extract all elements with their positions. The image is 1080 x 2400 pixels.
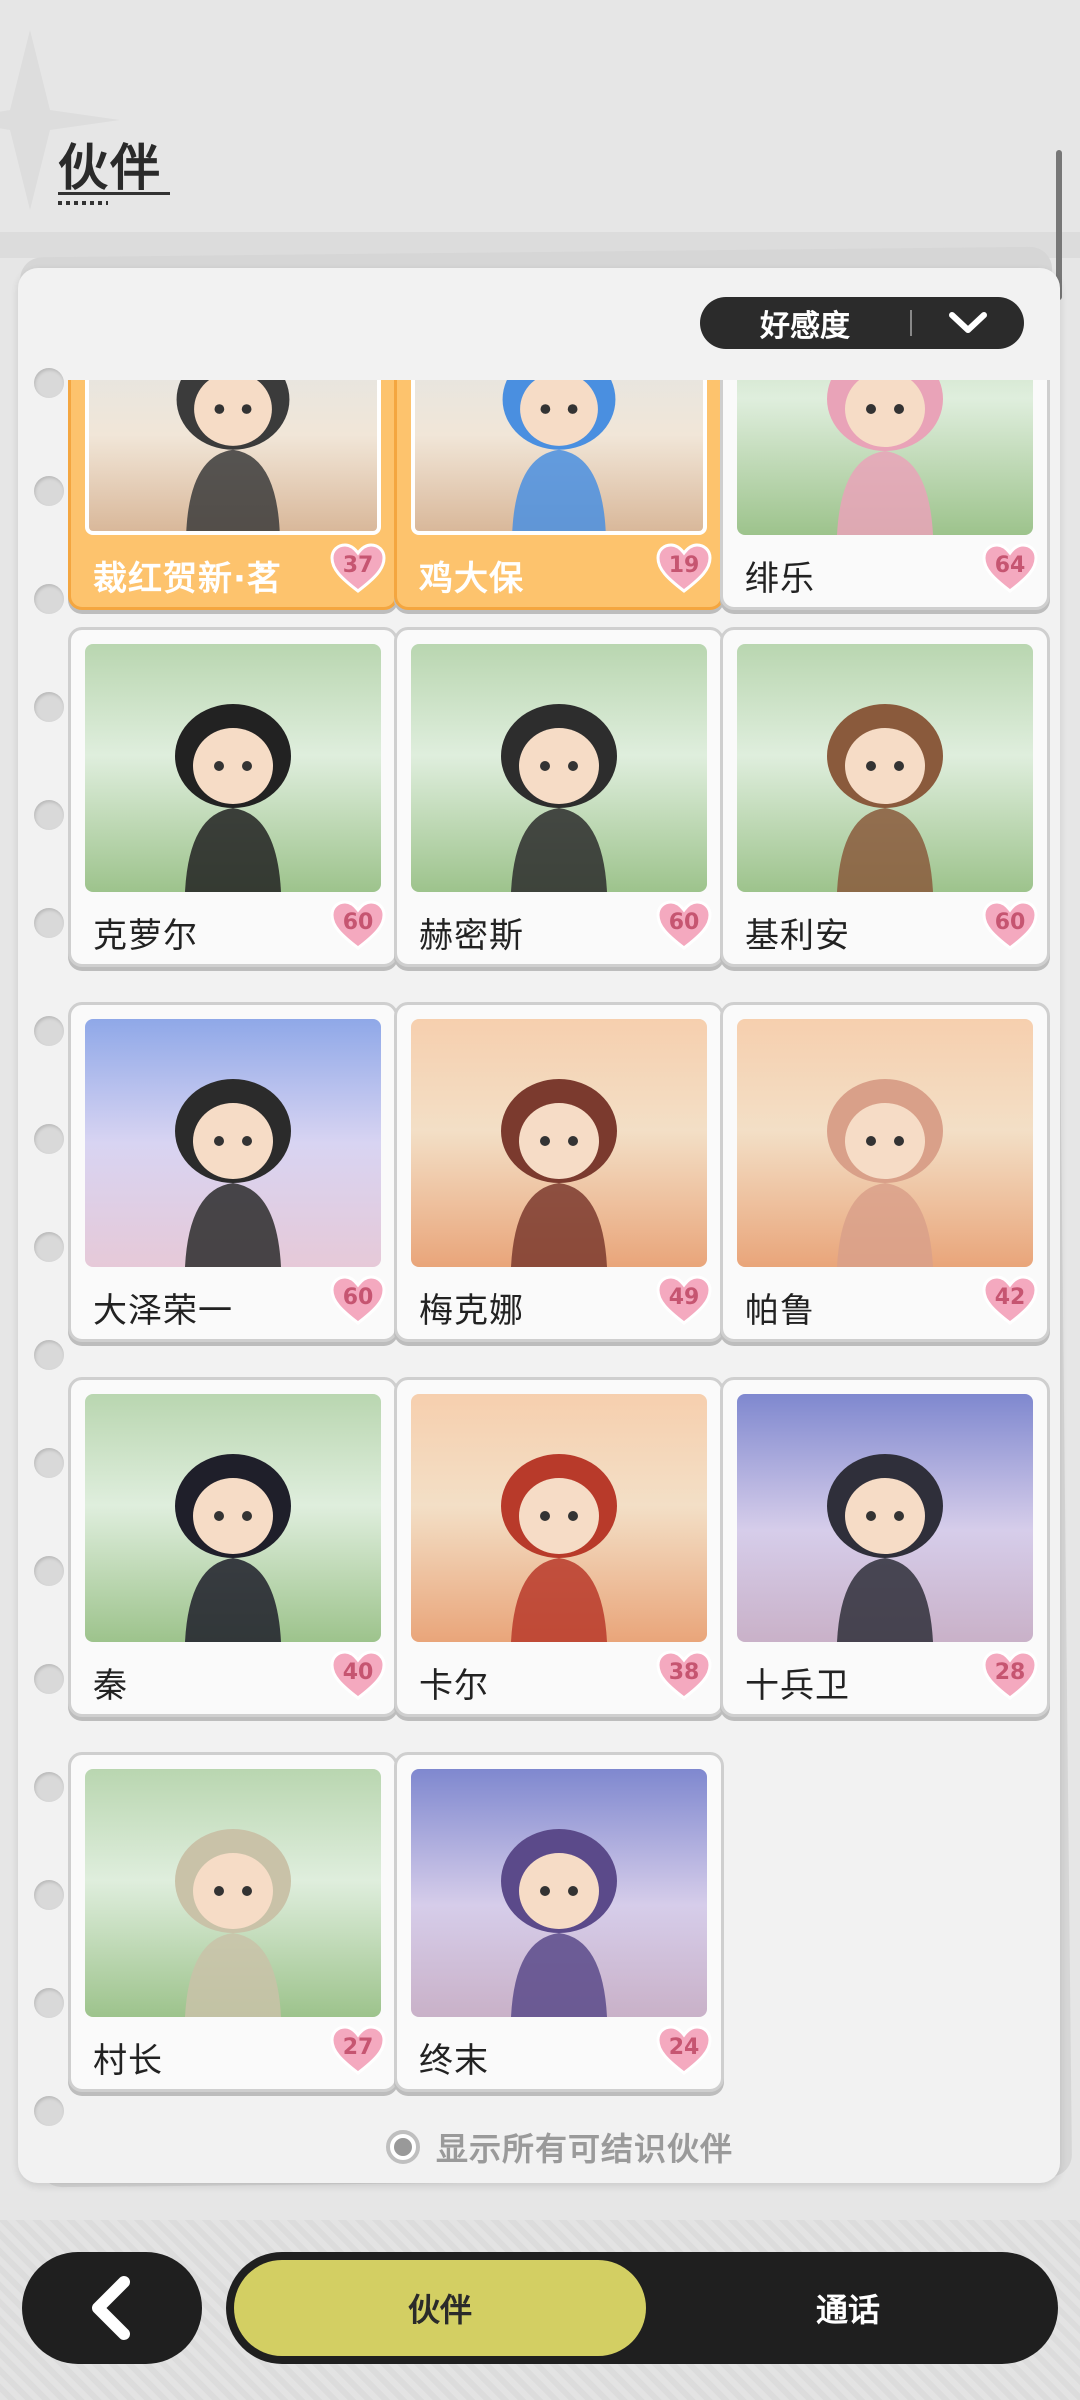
affection-value: 19 bbox=[668, 553, 700, 578]
partner-portrait bbox=[85, 1769, 381, 2017]
partner-name: 鸡大保 bbox=[419, 559, 524, 599]
partner-name: 裁红贺新·茗 bbox=[93, 559, 282, 599]
affection-value: 60 bbox=[994, 910, 1026, 935]
partner-name: 卡尔 bbox=[419, 1666, 489, 1706]
back-button[interactable] bbox=[22, 2252, 202, 2364]
affection-heart-icon: 38 bbox=[655, 1650, 713, 1702]
sort-dropdown[interactable]: 好感度 bbox=[700, 297, 1024, 349]
partner-portrait bbox=[737, 1019, 1033, 1267]
partner-card[interactable]: 秦 40 bbox=[68, 1377, 398, 1717]
radio-button[interactable] bbox=[386, 2130, 420, 2164]
show-all-label: 显示所有可结识伙伴 bbox=[436, 2130, 734, 2168]
partner-card[interactable]: 终末 24 bbox=[394, 1752, 724, 2092]
back-arrow-icon bbox=[92, 2276, 130, 2340]
tab-partner[interactable]: 伙伴 bbox=[234, 2260, 646, 2356]
affection-value: 37 bbox=[342, 553, 374, 578]
sort-label: 好感度 bbox=[760, 309, 850, 344]
partner-portrait bbox=[85, 380, 381, 535]
affection-heart-icon: 24 bbox=[655, 2025, 713, 2077]
partner-screen: 伙伴 好感度 裁红贺新·茗 37 鸡大保 19 绯乐 64 克萝尔 60 赫密斯 60 基利安 60 大… bbox=[0, 0, 1080, 2400]
partner-card[interactable]: 帕鲁 42 bbox=[720, 1002, 1050, 1342]
partner-portrait bbox=[411, 1769, 707, 2017]
partner-name: 赫密斯 bbox=[419, 916, 524, 956]
affection-value: 49 bbox=[668, 1285, 700, 1310]
partner-name: 大泽荣一 bbox=[93, 1291, 233, 1331]
partner-name: 秦 bbox=[93, 1666, 128, 1706]
partner-portrait bbox=[85, 1394, 381, 1642]
partner-card[interactable]: 卡尔 38 bbox=[394, 1377, 724, 1717]
partner-card[interactable]: 克萝尔 60 bbox=[68, 627, 398, 967]
affection-value: 60 bbox=[668, 910, 700, 935]
bottom-tab-bar: 伙伴 通话 bbox=[226, 2252, 1058, 2364]
affection-heart-icon: 37 bbox=[329, 543, 387, 595]
partner-name: 绯乐 bbox=[745, 559, 815, 599]
partner-name: 克萝尔 bbox=[93, 916, 198, 956]
affection-heart-icon: 60 bbox=[329, 900, 387, 952]
title-dots bbox=[58, 201, 108, 205]
partner-portrait bbox=[85, 1019, 381, 1267]
tab-call[interactable]: 通话 bbox=[646, 2260, 1050, 2356]
partner-portrait bbox=[737, 1394, 1033, 1642]
affection-value: 64 bbox=[994, 553, 1026, 578]
partner-name: 终末 bbox=[419, 2041, 489, 2081]
partner-portrait bbox=[411, 380, 707, 535]
affection-heart-icon: 60 bbox=[981, 900, 1039, 952]
partner-name: 帕鲁 bbox=[745, 1291, 815, 1331]
affection-heart-icon: 60 bbox=[329, 1275, 387, 1327]
partner-portrait bbox=[85, 644, 381, 892]
chevron-down-icon bbox=[912, 310, 1024, 336]
partner-card[interactable]: 裁红贺新·茗 37 bbox=[68, 380, 398, 610]
affection-heart-icon: 27 bbox=[329, 2025, 387, 2077]
page-title: 伙伴 bbox=[58, 139, 162, 197]
partner-card[interactable]: 梅克娜 49 bbox=[394, 1002, 724, 1342]
partner-name: 梅克娜 bbox=[419, 1291, 524, 1331]
affection-value: 40 bbox=[342, 1660, 374, 1685]
affection-value: 27 bbox=[342, 2035, 374, 2060]
affection-heart-icon: 28 bbox=[981, 1650, 1039, 1702]
affection-heart-icon: 64 bbox=[981, 543, 1039, 595]
affection-heart-icon: 60 bbox=[655, 900, 713, 952]
partner-portrait bbox=[411, 1019, 707, 1267]
affection-value: 42 bbox=[994, 1285, 1026, 1310]
affection-heart-icon: 19 bbox=[655, 543, 713, 595]
affection-heart-icon: 40 bbox=[329, 1650, 387, 1702]
affection-value: 60 bbox=[342, 1285, 374, 1310]
affection-heart-icon: 42 bbox=[981, 1275, 1039, 1327]
partner-card[interactable]: 绯乐 64 bbox=[720, 380, 1050, 610]
affection-value: 28 bbox=[994, 1660, 1026, 1685]
affection-value: 24 bbox=[668, 2035, 700, 2060]
partner-card[interactable]: 赫密斯 60 bbox=[394, 627, 724, 967]
partner-name: 十兵卫 bbox=[745, 1666, 850, 1706]
affection-value: 38 bbox=[668, 1660, 700, 1685]
partner-card[interactable]: 基利安 60 bbox=[720, 627, 1050, 967]
affection-heart-icon: 49 bbox=[655, 1275, 713, 1327]
affection-value: 60 bbox=[342, 910, 374, 935]
partner-card[interactable]: 鸡大保 19 bbox=[394, 380, 724, 610]
partner-portrait bbox=[737, 644, 1033, 892]
show-all-toggle[interactable]: 显示所有可结识伙伴 bbox=[386, 2124, 733, 2170]
partner-card[interactable]: 十兵卫 28 bbox=[720, 1377, 1050, 1717]
title-underline bbox=[58, 192, 170, 195]
partner-portrait bbox=[411, 644, 707, 892]
partner-name: 村长 bbox=[93, 2041, 163, 2081]
partner-card[interactable]: 大泽荣一 60 bbox=[68, 1002, 398, 1342]
partner-name: 基利安 bbox=[745, 916, 850, 956]
partner-grid: 裁红贺新·茗 37 鸡大保 19 绯乐 64 克萝尔 60 赫密斯 60 基利安 60 大泽荣一 60 梅克… bbox=[18, 380, 1060, 2100]
partner-card[interactable]: 村长 27 bbox=[68, 1752, 398, 2092]
partner-portrait bbox=[737, 380, 1033, 535]
partner-portrait bbox=[411, 1394, 707, 1642]
